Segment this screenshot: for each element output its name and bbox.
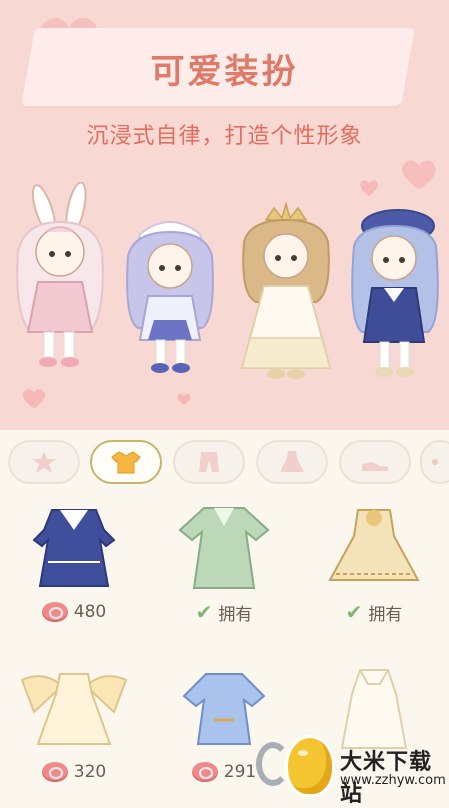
watermark-egg-icon	[288, 738, 332, 794]
page-title: 可爱装扮	[150, 52, 299, 92]
character-lavender-girl[interactable]	[118, 210, 222, 386]
outfit-card[interactable]: ✔ 拥有	[156, 496, 292, 636]
character-bunny-girl[interactable]	[6, 182, 114, 382]
tab-more[interactable]	[420, 440, 449, 484]
shoe-icon	[362, 462, 388, 471]
price-value: 320	[73, 762, 107, 782]
character-blue-girl[interactable]	[344, 202, 444, 386]
price-tag: 320	[6, 756, 142, 788]
character-golden-girl[interactable]	[230, 198, 342, 384]
owned-status: ✔ 拥有	[306, 596, 442, 628]
coin-icon	[191, 762, 218, 782]
page-subtitle: 沉浸式自律，打造个性形象	[86, 124, 363, 149]
outfit-card[interactable]: 480	[6, 496, 142, 636]
tab-bottoms[interactable]	[173, 440, 245, 484]
outfit-card[interactable]: ✔ 拥有	[306, 496, 442, 636]
price-value: 480	[73, 602, 107, 622]
coin-icon	[41, 602, 68, 622]
category-tabs	[0, 440, 449, 488]
dress-icon	[280, 451, 304, 472]
heart-decoration-icon	[177, 393, 191, 406]
green-hanfu-dress-icon	[178, 507, 270, 589]
owned-label: 拥有	[368, 604, 403, 625]
owned-label: 拥有	[218, 604, 253, 625]
check-icon: ✔	[345, 600, 363, 624]
hero-banner: 可爱装扮 沉浸式自律，打造个性形象	[0, 0, 449, 430]
price-tag: 480	[6, 596, 142, 628]
watermark-url: www.zzhyw.com	[340, 773, 446, 788]
pants-icon	[199, 452, 219, 472]
outfit-card[interactable]: 320	[6, 656, 142, 796]
tab-dresses[interactable]	[256, 440, 328, 484]
fairy-wing-dress-icon	[20, 673, 128, 745]
tab-favorites[interactable]	[8, 440, 80, 484]
owned-status: ✔ 拥有	[156, 596, 292, 628]
watermark-c-icon	[256, 742, 290, 786]
golden-flower-dress-icon	[328, 509, 420, 581]
navy-sailor-dress-icon	[32, 509, 116, 587]
coin-icon	[41, 762, 68, 782]
top-clothing-icon	[111, 451, 141, 474]
tab-tops[interactable]	[90, 440, 162, 484]
check-icon: ✔	[195, 600, 213, 624]
more-icon	[432, 459, 438, 465]
star-icon	[32, 451, 56, 473]
tab-shoes[interactable]	[339, 440, 411, 484]
price-value: 291	[223, 762, 257, 782]
character-lineup	[0, 182, 449, 392]
